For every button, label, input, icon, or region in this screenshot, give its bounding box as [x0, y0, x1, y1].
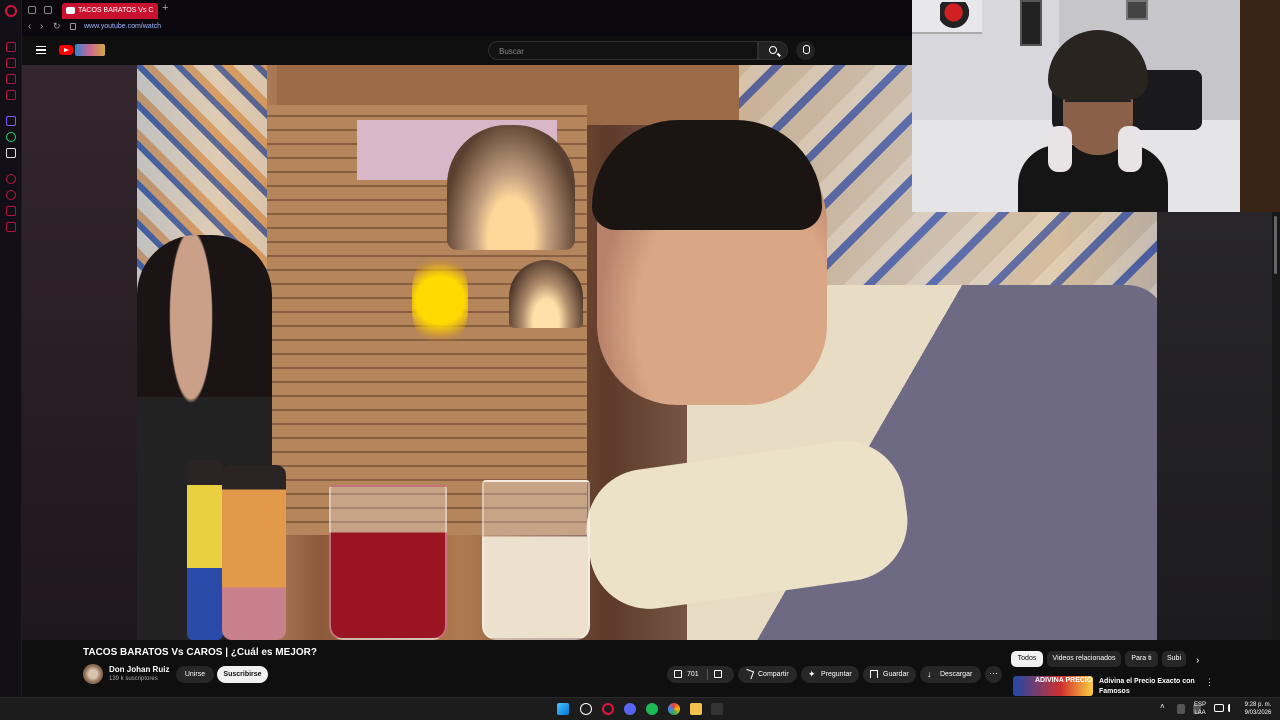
page-scrollbar[interactable]: [1272, 212, 1280, 640]
new-tab-button[interactable]: +: [162, 2, 168, 14]
horchata-glass: [482, 480, 590, 640]
sidebar-instagram-icon[interactable]: [6, 90, 16, 100]
url-field[interactable]: www.youtube.com/watch: [84, 23, 161, 30]
language-code: ESP: [1193, 702, 1206, 708]
windows-taskbar: ˄ ESP LAA 9:28 p. m. 9/03/2026: [0, 697, 1280, 720]
youtube-logo-icon[interactable]: [59, 45, 73, 55]
clock[interactable]: 9:28 p. m. 9/03/2026: [1240, 701, 1276, 717]
pendant-lamp: [447, 125, 575, 250]
share-label: Compartir: [758, 671, 789, 678]
tab-youtube[interactable]: TACOS BARATOS Vs C: [62, 3, 158, 19]
download-button[interactable]: ↓ Descargar: [920, 666, 981, 683]
ask-button[interactable]: ✦ Preguntar: [801, 666, 859, 683]
file-explorer-icon[interactable]: [690, 703, 702, 715]
join-button[interactable]: Unirse: [176, 666, 214, 683]
tab-bar: TACOS BARATOS Vs C +: [22, 0, 912, 20]
forward-icon[interactable]: ›: [40, 21, 43, 32]
tab-title: TACOS BARATOS Vs C: [78, 7, 154, 14]
youtube-favicon-icon: [66, 7, 75, 14]
sidebar-gx-icon[interactable]: [6, 42, 16, 52]
sidebar-bag-icon[interactable]: [6, 58, 16, 68]
more-actions-button[interactable]: ⋯: [985, 666, 1002, 683]
language-indicator[interactable]: ESP LAA: [1190, 701, 1210, 717]
like-count: 701: [687, 671, 699, 678]
workspaces-icon[interactable]: [44, 6, 52, 14]
windows-start-icon[interactable]: [557, 703, 569, 715]
keyboard-layout: LAA: [1194, 710, 1206, 716]
youtube-doodle[interactable]: [75, 44, 105, 56]
chip-related[interactable]: Videos relacionados: [1047, 651, 1121, 667]
sparkle-icon: ✦: [808, 669, 816, 679]
thumbs-down-icon[interactable]: [714, 670, 722, 678]
search-button[interactable]: [758, 41, 788, 60]
sauce-bottle: [222, 465, 286, 640]
download-icon: ↓: [927, 669, 932, 679]
like-button[interactable]: 701: [667, 666, 734, 683]
search-input[interactable]: Buscar: [488, 41, 758, 60]
webcam-overlay: [912, 0, 1280, 212]
chrome-icon[interactable]: [668, 703, 680, 715]
save-label: Guardar: [883, 671, 909, 678]
search-icon[interactable]: [580, 703, 592, 715]
sidebar-messenger-icon[interactable]: [6, 74, 16, 84]
discord-icon[interactable]: [624, 703, 636, 715]
sidebar-clock-icon[interactable]: [6, 190, 16, 200]
red-drink-glass: [329, 485, 447, 640]
headphones: [1118, 126, 1142, 172]
download-label: Descargar: [940, 671, 973, 678]
browser-sidebar: [0, 0, 22, 720]
kebab-menu-icon[interactable]: ⋮: [1205, 677, 1214, 688]
video-blur-left: [22, 65, 137, 640]
headphones: [1048, 126, 1072, 172]
save-button[interactable]: Guardar: [863, 666, 916, 683]
chevron-right-icon[interactable]: ›: [1196, 655, 1199, 666]
video-title: TACOS BARATOS Vs CAROS | ¿Cuál es MEJOR?: [83, 647, 317, 658]
share-icon: [743, 668, 755, 680]
share-button[interactable]: Compartir: [738, 666, 797, 683]
sidebar-whatsapp-icon[interactable]: [6, 132, 16, 142]
sidebar-bookmark-icon[interactable]: [6, 206, 16, 216]
lock-icon: [70, 23, 76, 30]
thumbnail-text: ADIVINA PRECIO: [1035, 677, 1093, 684]
tab-menu-icon[interactable]: [28, 6, 36, 14]
menu-icon[interactable]: [36, 46, 46, 54]
chip-all[interactable]: Todos: [1011, 651, 1043, 667]
subscribe-button[interactable]: Suscribirse: [217, 666, 268, 683]
date: 9/03/2026: [1244, 710, 1272, 716]
recommendation-thumbnail[interactable]: ADIVINA PRECIO: [1013, 676, 1093, 696]
tray-app-icon[interactable]: [1177, 704, 1185, 714]
subscriber-count: 139 k suscriptores: [109, 676, 158, 682]
channel-name[interactable]: Don Johan Ruiz: [109, 665, 169, 674]
thumbs-up-icon: [674, 670, 682, 678]
reload-icon[interactable]: ↻: [53, 21, 61, 32]
sauce-bottle: [187, 460, 223, 640]
opera-gx-icon[interactable]: [602, 703, 614, 715]
sidebar-twitch-icon[interactable]: [6, 116, 16, 126]
recommendation-title[interactable]: Adivina el Precio Exacto con Famosos: [1099, 677, 1195, 697]
sidebar-x-icon[interactable]: [6, 148, 16, 158]
address-bar: ‹ › ↻ www.youtube.com/watch: [22, 20, 912, 36]
chip-for-you[interactable]: Para ti: [1125, 651, 1158, 667]
search-icon: [769, 46, 777, 54]
chip-subscriptions[interactable]: Subi: [1162, 651, 1186, 667]
ask-label: Preguntar: [821, 671, 852, 678]
avatar[interactable]: [83, 664, 103, 684]
chevron-up-icon[interactable]: ˄: [1160, 703, 1165, 711]
volume-icon[interactable]: [1228, 704, 1236, 712]
time: 9:28 p. m.: [1244, 702, 1272, 708]
opera-logo-icon[interactable]: [5, 5, 17, 17]
youtube-header: Buscar: [22, 36, 912, 65]
back-icon[interactable]: ‹: [28, 21, 31, 32]
spotify-icon[interactable]: [646, 703, 658, 715]
app-icon[interactable]: [711, 703, 723, 715]
sidebar-history-icon[interactable]: [6, 174, 16, 184]
bookmark-icon: [870, 670, 878, 678]
voice-search-icon[interactable]: [796, 41, 815, 60]
sidebar-settings-icon[interactable]: [6, 222, 16, 232]
streamer: [1018, 30, 1168, 212]
network-icon[interactable]: [1214, 704, 1224, 712]
